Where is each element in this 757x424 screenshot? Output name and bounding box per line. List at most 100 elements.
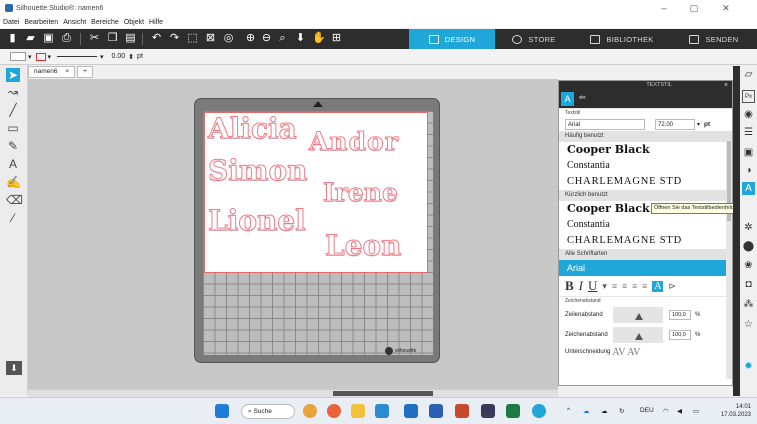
text-tool-icon[interactable]: A (6, 157, 20, 171)
sync-icon[interactable]: ↻ (619, 407, 624, 415)
select-arrow-icon[interactable]: ➤ (6, 68, 20, 82)
cut-icon[interactable]: ✂ (88, 32, 101, 45)
pencil-tool-icon[interactable]: ✎ (6, 139, 20, 153)
page-area[interactable]: Alicia Andor Simon Irene Lionel Leon (204, 112, 428, 273)
tab-send[interactable]: SENDEN (671, 29, 757, 49)
text-warp-tab-icon[interactable]: ᵃᵇᶜ (576, 92, 589, 106)
fill-color-icon[interactable]: ◉ (742, 108, 755, 121)
text-lionel[interactable]: Lionel (208, 206, 307, 235)
trace-icon[interactable]: ❀ (742, 259, 755, 272)
pan-hand-icon[interactable]: ✋ (312, 32, 326, 45)
cloud-icon[interactable]: ☁ (601, 407, 608, 415)
knife-tool-icon[interactable]: ⁄ (6, 211, 20, 225)
line-spacing-input[interactable]: 100,0 (669, 310, 691, 320)
line-tool-icon[interactable]: ╱ (6, 103, 20, 117)
outlook-icon[interactable] (404, 404, 418, 418)
slider-knob[interactable] (635, 313, 643, 320)
wifi-icon[interactable]: ◠ (663, 407, 669, 415)
scrollbar-thumb[interactable] (333, 391, 433, 396)
menu-objekt[interactable]: Objekt (124, 19, 144, 26)
italic-icon[interactable]: I (579, 278, 583, 294)
chevron-down-icon[interactable]: ▾ (697, 121, 700, 128)
sketch-icon[interactable]: ⁂ (742, 298, 755, 311)
stepper-icon[interactable]: ⬍ (128, 53, 134, 61)
text-irene[interactable]: Irene (323, 180, 399, 206)
offset-icon[interactable]: ◘ (742, 278, 755, 291)
print-icon[interactable]: ⎙ (60, 32, 73, 45)
horizontal-scrollbar[interactable] (28, 389, 558, 397)
align-left-icon[interactable]: ≡ (612, 281, 617, 291)
transform-icon[interactable]: ▣ (742, 146, 755, 159)
chevron-down-icon[interactable]: ▾ (602, 281, 607, 292)
text-style-icon[interactable]: A (742, 182, 755, 195)
new-file-icon[interactable]: ▮ (6, 32, 19, 45)
font-item[interactable]: Constantia (559, 217, 732, 233)
font-item[interactable]: CHARLEMAGNE STD (559, 233, 732, 249)
rectangle-tool-icon[interactable]: ▭ (6, 121, 20, 135)
pixel-icon[interactable]: Px (742, 90, 755, 103)
save-icon[interactable]: ▣ (42, 32, 55, 45)
edit-text-icon[interactable]: ✍ (6, 175, 21, 189)
doc-tab-namen6[interactable]: namen6 × (28, 66, 76, 78)
font-item[interactable]: Cooper Black (559, 142, 732, 158)
justify-icon[interactable]: ≡ (642, 281, 647, 291)
font-item[interactable]: CHARLEMAGNE STD (559, 174, 732, 190)
word-icon[interactable] (429, 404, 443, 418)
panel-scrollbar[interactable] (726, 139, 732, 379)
battery-icon[interactable]: ▭ (693, 407, 699, 415)
library-panel-icon[interactable]: ⬇ (6, 361, 22, 375)
close-panel-icon[interactable]: × (724, 81, 728, 90)
paste-icon[interactable]: ▤ (124, 32, 137, 45)
text-alicia[interactable]: Alicia (208, 114, 298, 143)
slider-knob[interactable] (635, 333, 643, 340)
text-style-tab-icon[interactable]: A (561, 92, 574, 106)
char-spacing-input[interactable]: 100,0 (669, 330, 691, 340)
weld-icon[interactable]: ⬤ (742, 240, 755, 253)
file-explorer-icon[interactable] (351, 404, 365, 418)
menu-ansicht[interactable]: Ansicht (63, 19, 86, 26)
font-item-selected[interactable]: Arial (559, 260, 732, 276)
add-page-icon[interactable]: ⊞ (330, 32, 343, 45)
eraser-tool-icon[interactable]: ⌫ (6, 193, 23, 207)
bold-icon[interactable]: B (565, 278, 574, 294)
line-width-value[interactable]: 0.00 (112, 53, 126, 60)
select-all-icon[interactable]: ⬚ (186, 32, 199, 45)
add-tab-button[interactable]: + (77, 66, 93, 78)
language-indicator[interactable]: DEU (640, 407, 654, 414)
start-icon[interactable] (215, 404, 229, 418)
line-style-preview[interactable] (57, 56, 98, 57)
widgets-icon[interactable] (303, 404, 317, 418)
replicate-icon[interactable]: ✲ (742, 221, 755, 234)
menu-bearbeiten[interactable]: Bearbeiten (24, 19, 58, 26)
tab-design[interactable]: DESIGN (409, 29, 495, 49)
chevron-up-icon[interactable]: ^ (567, 407, 570, 414)
zoom-selection-icon[interactable]: ◎ (222, 32, 235, 45)
menu-bereiche[interactable]: Bereiche (91, 19, 119, 26)
font-item[interactable]: Constantia (559, 158, 732, 174)
settings-gear-icon[interactable]: ✹ (742, 360, 755, 373)
horizontal-text-icon[interactable]: A (652, 280, 664, 292)
align-center-icon[interactable]: ≡ (622, 281, 627, 291)
app-icon[interactable] (481, 404, 495, 418)
silhouette-studio-icon[interactable] (532, 404, 546, 418)
char-spacing-slider[interactable] (613, 327, 663, 343)
chevron-down-icon[interactable]: ▾ (28, 53, 32, 61)
deselect-icon[interactable]: ⊠ (204, 32, 217, 45)
firefox-icon[interactable] (327, 404, 341, 418)
page-setup-icon[interactable]: ▱ (742, 68, 755, 81)
chevron-down-icon[interactable]: ▾ (100, 53, 104, 61)
volume-icon[interactable]: ◀ (677, 407, 682, 415)
tab-store[interactable]: STORE (495, 29, 573, 49)
chevron-down-icon[interactable]: ▾ (48, 53, 52, 61)
powerpoint-icon[interactable] (455, 404, 469, 418)
design-canvas[interactable]: silhouette Alicia Andor Simon Irene Lion… (28, 79, 558, 389)
maximize-button[interactable]: ▢ (680, 2, 708, 14)
line-color-swatch[interactable] (35, 52, 46, 61)
zoom-in-icon[interactable]: ⊕ (244, 32, 257, 45)
text-simon[interactable]: Simon (208, 156, 309, 185)
edit-points-icon[interactable]: ↝ (6, 85, 20, 99)
copy-icon[interactable]: ❐ (106, 32, 119, 45)
close-tab-icon[interactable]: × (65, 68, 69, 75)
vertical-text-icon[interactable]: ⊳ (668, 281, 676, 292)
contrast-icon[interactable]: ◑ (742, 164, 755, 177)
